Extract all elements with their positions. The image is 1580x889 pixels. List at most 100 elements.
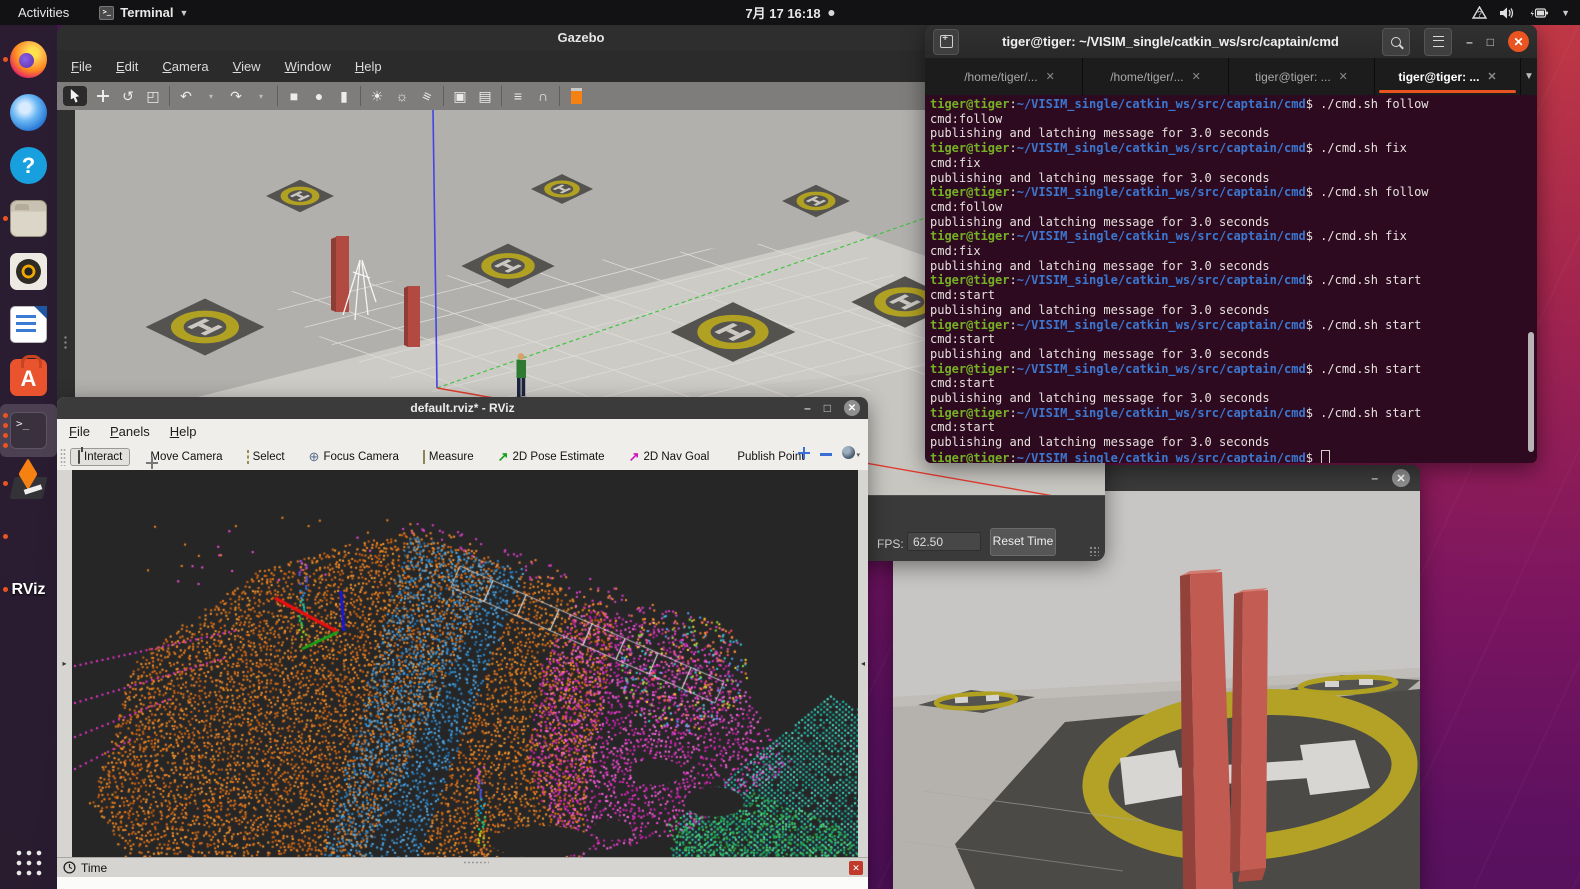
rviz-tool-2d-pose-estimate[interactable]: ↗2D Pose Estimate — [490, 446, 613, 468]
toolbar-drag-handle[interactable] — [60, 448, 66, 466]
close-icon[interactable]: ✕ — [1508, 31, 1529, 52]
gazebo-tool-sphere-icon[interactable]: ● — [310, 86, 328, 106]
add-tool-button[interactable] — [798, 447, 810, 459]
rviz-tool-select[interactable]: Select — [239, 448, 293, 466]
terminal-tab-2[interactable]: /home/tiger/...✕ — [1083, 58, 1229, 95]
help-icon — [10, 147, 47, 184]
rviz-tool-move-camera[interactable]: Move Camera — [138, 448, 230, 466]
gazebo-menu-file[interactable]: File — [71, 59, 92, 74]
pointcloud-viewport[interactable] — [72, 470, 858, 857]
dock-item-rhythmbox[interactable] — [0, 245, 57, 298]
tool-label: Measure — [429, 451, 474, 463]
dock-item-writer[interactable] — [0, 298, 57, 351]
running-indicator — [3, 423, 8, 428]
app-menu-button[interactable]: >_ Terminal ▼ — [99, 5, 188, 20]
rviz-tool-measure[interactable]: Measure — [415, 448, 482, 466]
maximize-icon[interactable]: □ — [824, 402, 831, 414]
dock-item-files[interactable] — [0, 192, 57, 245]
rviz-titlebar[interactable]: default.rviz* - RViz – □ ✕ — [57, 397, 868, 419]
tab-close-icon[interactable]: ✕ — [1046, 70, 1055, 83]
terminal-line: cmd:start — [930, 420, 1537, 435]
rviz-tool-focus-camera[interactable]: ⊕Focus Camera — [301, 446, 407, 468]
gazebo-tool-rotate-icon[interactable]: ↺ — [119, 86, 137, 106]
panel-drag-handle[interactable] — [463, 861, 489, 864]
terminal-line: publishing and latching message for 3.0 … — [930, 215, 1537, 230]
close-icon[interactable]: ✕ — [1392, 469, 1410, 487]
gazebo-tool-cylinder-icon[interactable]: ▮ — [335, 86, 353, 106]
terminal-line: tiger@tiger:~/VISIM_single/catkin_ws/src… — [930, 362, 1537, 377]
resize-grip[interactable] — [1089, 546, 1099, 556]
gazebo-tool-undo-icon[interactable]: ↶ — [177, 86, 195, 106]
fps-value-field[interactable]: 62.50 — [907, 532, 981, 551]
minimize-icon[interactable]: – — [1371, 472, 1378, 484]
dock-item-software[interactable] — [0, 351, 57, 404]
terminal-output[interactable]: tiger@tiger:~/VISIM_single/catkin_ws/src… — [925, 95, 1537, 463]
camera-type-button[interactable]: ▾ — [842, 446, 860, 459]
terminal-titlebar[interactable]: tiger@tiger: ~/VISIM_single/catkin_ws/sr… — [925, 25, 1537, 58]
gazebo-tool-align-icon[interactable]: ≡ — [509, 86, 527, 106]
gazebo-tool-redo-icon[interactable]: ↷ — [227, 86, 245, 106]
gazebo-menu-help[interactable]: Help — [355, 59, 382, 74]
dock-item-terminal[interactable] — [0, 404, 57, 457]
clock-button[interactable]: 7月 17 16:18 — [745, 3, 834, 22]
dock-item-help[interactable] — [0, 139, 57, 192]
dock: RViz — [0, 25, 57, 889]
dock-item-dark-app[interactable] — [0, 510, 57, 563]
terminal-scrollbar-thumb[interactable] — [1528, 332, 1534, 452]
gazebo-tool-box-icon[interactable]: ■ — [285, 86, 303, 106]
dock-item-thunderbird[interactable] — [0, 86, 57, 139]
rviz-menu-file[interactable]: File — [69, 424, 90, 439]
dock-item-show-apps[interactable] — [0, 836, 57, 889]
terminal-tab-1[interactable]: /home/tiger/...✕ — [937, 58, 1083, 95]
rviz-menu-help[interactable]: Help — [170, 424, 197, 439]
time-panel-label: Time — [81, 861, 107, 875]
gazebo-menu-view[interactable]: View — [233, 59, 261, 74]
gazebo-tool-copy-icon[interactable]: ▣ — [451, 86, 469, 106]
gazebo-tool-select-arrow-icon[interactable] — [63, 86, 87, 106]
rviz-tool-interact[interactable]: Interact — [70, 448, 130, 466]
dock-item-firefox[interactable] — [0, 33, 57, 86]
gazebo-tool-redo-caret-icon[interactable]: ▾ — [252, 86, 270, 106]
gazebo-tool-snap-icon[interactable]: ∩ — [534, 86, 552, 106]
remove-tool-button[interactable] — [820, 453, 832, 456]
gazebo-tool-building-editor-icon[interactable] — [567, 86, 585, 106]
menu-button[interactable] — [1424, 28, 1452, 56]
gazebo-tool-spot-light-icon[interactable]: ☼ — [393, 86, 411, 106]
gazebo-tool-paste-icon[interactable]: ▤ — [476, 86, 494, 106]
search-button[interactable] — [1382, 28, 1410, 56]
terminal-line: publishing and latching message for 3.0 … — [930, 171, 1537, 186]
rviz-menu-panels[interactable]: Panels — [110, 424, 150, 439]
new-tab-button[interactable] — [933, 29, 959, 55]
gazebo-tool-point-light-icon[interactable]: ☀ — [368, 86, 386, 106]
tab-close-icon[interactable]: ✕ — [1339, 70, 1348, 83]
dock-item-rviz[interactable]: RViz — [0, 563, 57, 616]
tab-close-icon[interactable]: ✕ — [1487, 70, 1496, 83]
activities-button[interactable]: Activities — [12, 5, 75, 20]
time-panel-header[interactable]: Time ✕ — [57, 857, 868, 877]
terminal-line: tiger@tiger:~/VISIM_single/catkin_ws/src… — [930, 229, 1537, 244]
reset-time-button[interactable]: Reset Time — [990, 528, 1056, 556]
minimize-icon[interactable]: – — [804, 402, 811, 414]
tab-list-caret-icon[interactable]: ▼ — [1521, 58, 1537, 95]
gazebo-tool-translate-icon[interactable] — [94, 86, 112, 106]
gazebo-menu-window[interactable]: Window — [285, 59, 331, 74]
terminal-tab-4[interactable]: tiger@tiger: ...✕ — [1375, 58, 1521, 95]
time-panel-close-icon[interactable]: ✕ — [849, 861, 863, 875]
rviz-tool-2d-nav-goal[interactable]: ↗2D Nav Goal — [621, 446, 718, 468]
gazebo-menu-edit[interactable]: Edit — [116, 59, 138, 74]
running-indicator — [3, 57, 8, 62]
gazebo-menu-camera[interactable]: Camera — [162, 59, 208, 74]
terminal-tab-3[interactable]: tiger@tiger: ...✕ — [1229, 58, 1375, 95]
minimize-icon[interactable]: – — [1466, 36, 1473, 48]
close-icon[interactable]: ✕ — [844, 400, 860, 416]
gazebo-tool-directional-light-icon[interactable]: ≡ — [418, 86, 436, 106]
left-panel-expand-handle[interactable]: ▸ — [57, 470, 72, 857]
terminal-line: publishing and latching message for 3.0 … — [930, 347, 1537, 362]
maximize-icon[interactable]: □ — [1487, 36, 1494, 48]
system-status-area[interactable]: ? ▼ — [1472, 6, 1570, 20]
gazebo-tool-undo-caret-icon[interactable]: ▾ — [202, 86, 220, 106]
tab-close-icon[interactable]: ✕ — [1192, 70, 1201, 83]
dock-item-gazebo[interactable] — [0, 457, 57, 510]
gazebo-tool-scale-icon[interactable]: ◰ — [144, 86, 162, 106]
right-panel-expand-handle[interactable]: ◂ — [858, 470, 868, 857]
